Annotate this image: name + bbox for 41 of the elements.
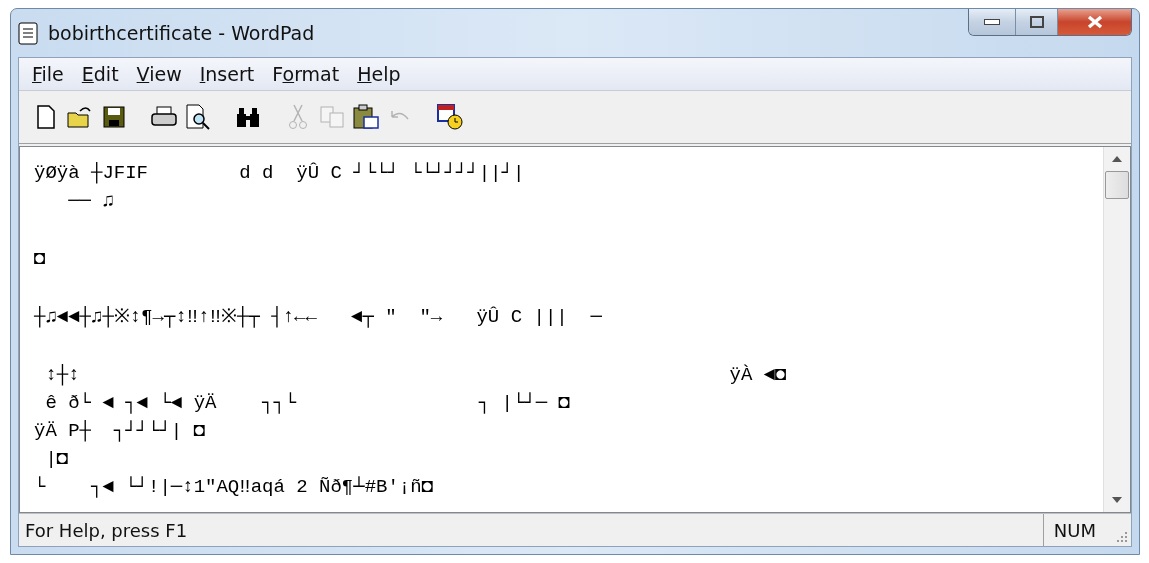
- window-title: bobirthcertificate - WordPad: [48, 22, 315, 44]
- text-line: ÿØÿà ┼JFIF d d ÿÛ C ┘└└┘ └└┘┘┘┘||┘|: [34, 161, 526, 186]
- page-magnifier-icon: [185, 104, 211, 130]
- text-line: ── ♫: [67, 189, 115, 214]
- menu-item[interactable]: View: [127, 60, 191, 88]
- close-icon: [1086, 15, 1103, 29]
- text-line: ÿÄ P┼ ┐┘┘└┘| ◘: [34, 419, 207, 444]
- close-button[interactable]: [1057, 9, 1131, 35]
- maximize-icon: [1029, 16, 1044, 28]
- scroll-up-icon: [1112, 156, 1122, 162]
- scrollbar-thumb[interactable]: [1105, 171, 1129, 199]
- maximize-button[interactable]: [1015, 9, 1057, 35]
- two-pages-icon: [319, 105, 345, 129]
- text-line: ↕┼↕ ÿÀ ◄◘: [44, 363, 788, 388]
- notepad-icon: [18, 21, 38, 45]
- clipboard-icon: [352, 104, 380, 130]
- text-line: ◘: [34, 247, 47, 272]
- binoculars-icon: [235, 106, 261, 128]
- menu-item[interactable]: Insert: [190, 60, 264, 88]
- resize-grip-icon[interactable]: [1114, 529, 1128, 543]
- minimize-button[interactable]: [969, 9, 1015, 35]
- calendar-clock-icon: [436, 103, 464, 131]
- minimize-icon: [984, 19, 1000, 25]
- text-line: └ ┐◄ └┘!|─↕1"AQ‼aqá 2 Ñð¶┴#B'¡ñ◘: [34, 475, 435, 500]
- status-text: For Help, press F1: [24, 519, 189, 541]
- menu-item[interactable]: Format: [263, 60, 349, 88]
- text-line: ┼♫◄◄┼♫┼※↕¶→┬↕‼↑‼※┼┬ ┤↑←← ◄┬ " "→ ÿÛ C ||| ─: [34, 305, 603, 330]
- text-line: |◘: [44, 447, 70, 472]
- menu-item[interactable]: File: [23, 60, 73, 88]
- scroll-down-icon: [1112, 497, 1122, 503]
- folder-icon: [66, 105, 94, 129]
- blank-page-icon: [36, 105, 56, 129]
- toolbar-button[interactable]: [435, 102, 465, 132]
- toolbar-button[interactable]: [351, 102, 381, 132]
- printer-icon: [150, 105, 178, 129]
- menu-item[interactable]: Edit: [72, 60, 128, 88]
- text-line: ê ð└ ◄ ┐◄ └◄ ÿÄ ┐┐└ ┐ |└┘─ ◘: [44, 391, 571, 416]
- vertical-scrollbar[interactable]: [1103, 147, 1130, 512]
- num-lock-indicator: NUM: [1042, 514, 1110, 546]
- scissors-icon: [288, 104, 308, 130]
- menu-item[interactable]: Help: [348, 60, 410, 88]
